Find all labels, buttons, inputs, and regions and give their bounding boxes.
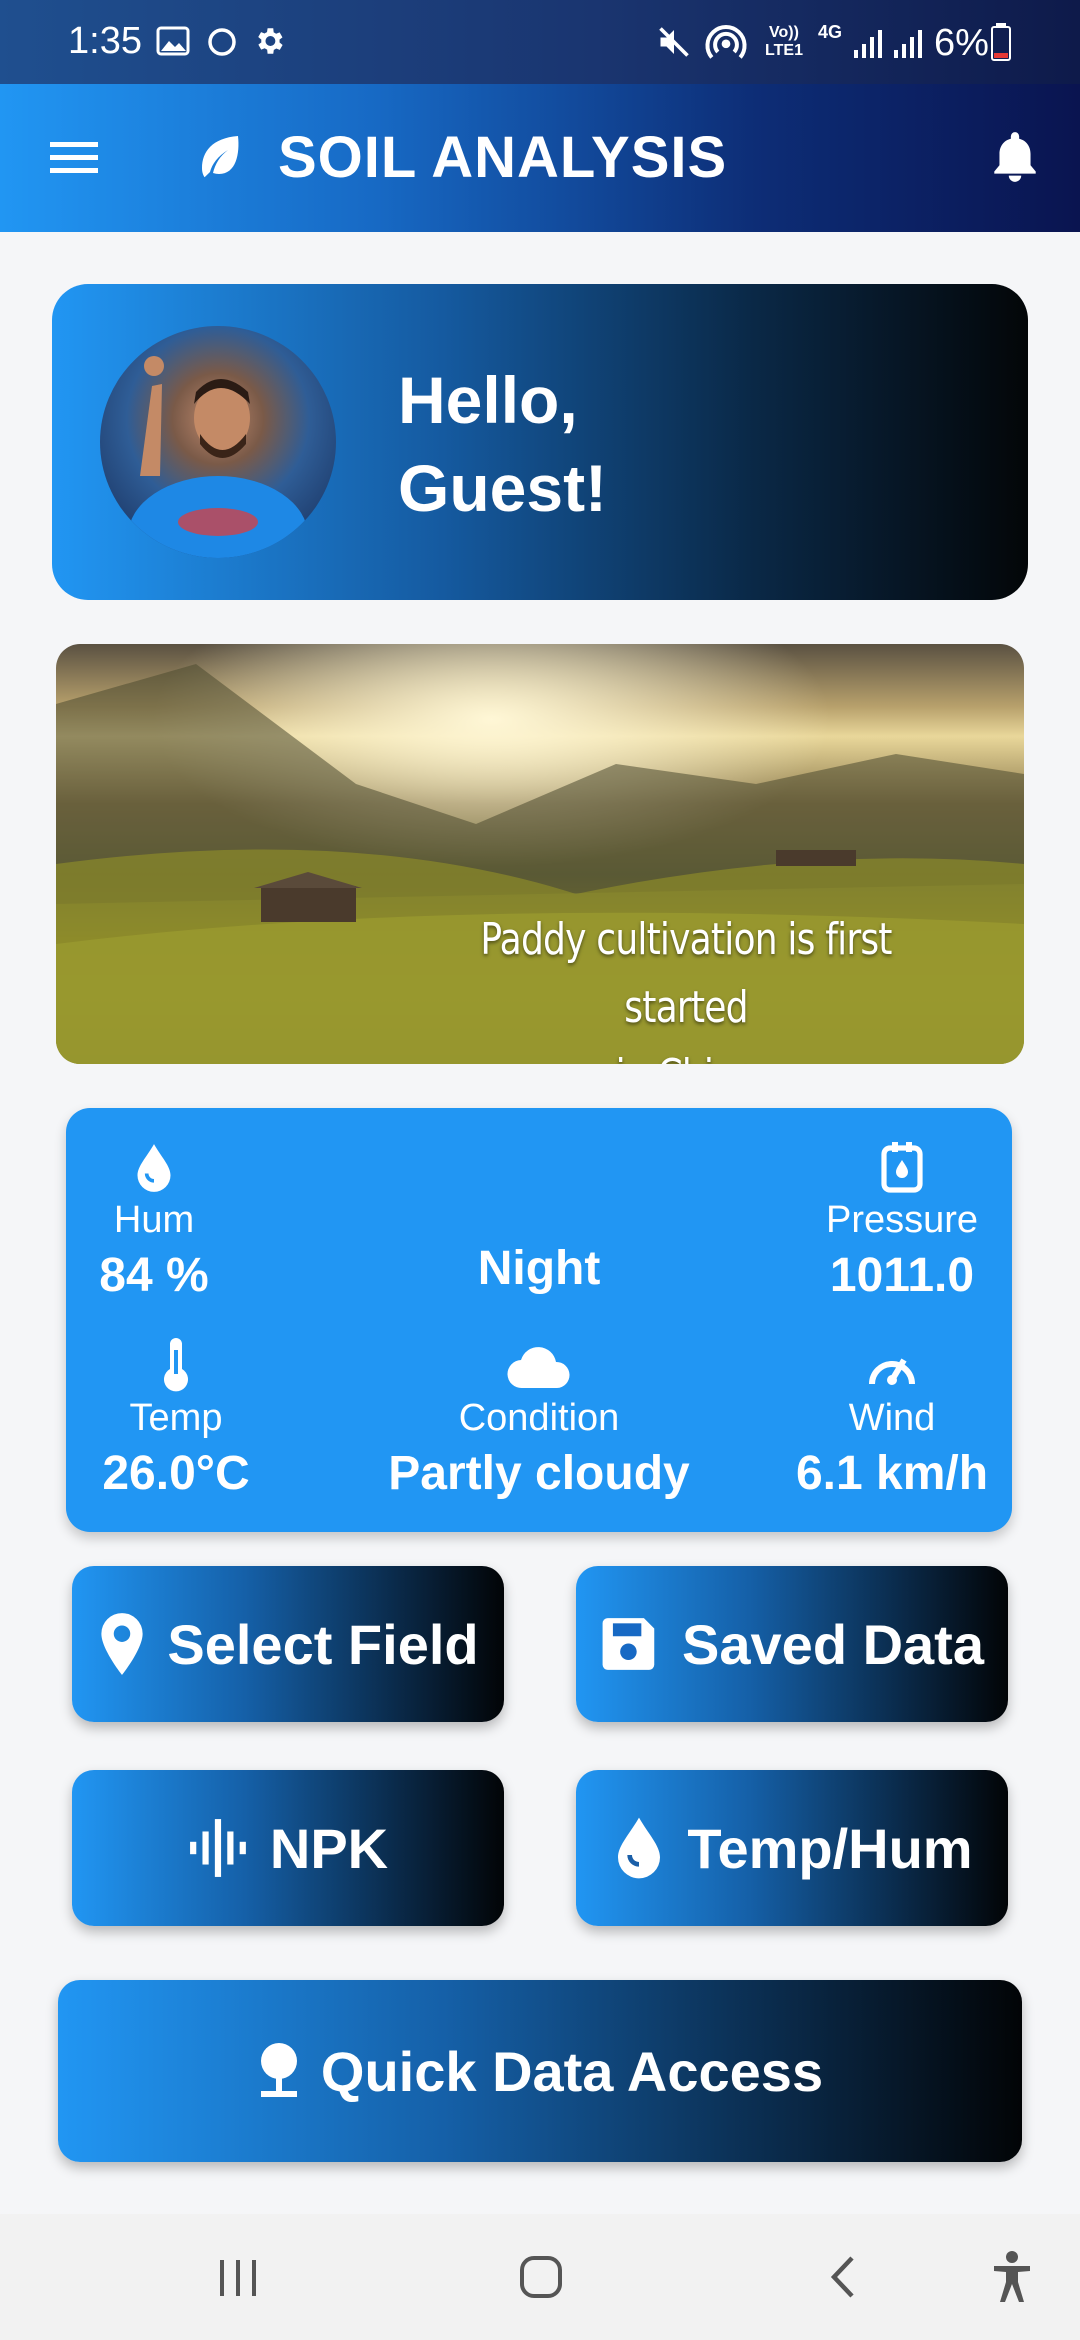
npk-button[interactable]: NPK — [72, 1770, 504, 1926]
home-icon[interactable] — [518, 2254, 564, 2300]
pressure-cell: Pressure 1011.0 — [792, 1142, 1012, 1303]
greeting-line-1: Hello, — [398, 363, 578, 437]
app-title: SOIL ANALYSIS — [278, 125, 728, 190]
pressure-label: Pressure — [825, 1199, 979, 1241]
save-disk-icon — [602, 1618, 655, 1670]
recent-apps-icon[interactable] — [216, 2258, 260, 2298]
signal-2-icon — [894, 30, 922, 58]
condition-cell: Condition Partly cloudy — [339, 1344, 739, 1501]
saved-data-button[interactable]: Saved Data — [576, 1566, 1008, 1722]
temp-hum-label: Temp/Hum — [687, 1816, 973, 1880]
time-of-day-cell: Night — [339, 1142, 739, 1296]
quick-data-access-label: Quick Data Access — [320, 2039, 824, 2103]
signal-1-icon — [854, 30, 882, 58]
time-of-day-value: Night — [477, 1242, 601, 1295]
tree-icon — [260, 2043, 297, 2097]
gallery-icon — [156, 26, 190, 56]
system-nav-bar — [0, 2214, 1080, 2340]
greeting-card: Hello, Guest! — [52, 284, 1028, 600]
hotspot-icon — [705, 24, 747, 59]
greeting-line-2: Guest! — [398, 451, 608, 525]
cloud-icon — [507, 1347, 570, 1389]
menu-hamburger-icon[interactable] — [48, 138, 100, 178]
speedometer-icon — [869, 1358, 915, 1385]
pressure-gauge-icon — [881, 1142, 923, 1193]
temperature-cell: Temp 26.0°C — [66, 1336, 286, 1501]
settings-gear-icon — [258, 28, 283, 54]
battery-icon — [991, 23, 1011, 61]
temperature-label: Temp — [129, 1397, 223, 1439]
leaf-icon — [202, 136, 239, 178]
water-drop-button-icon — [618, 1817, 661, 1879]
condition-label: Condition — [458, 1397, 620, 1439]
humidity-label: Hum — [113, 1199, 195, 1241]
humidity-cell: Hum 84 % — [66, 1142, 242, 1303]
circle-status-icon — [208, 28, 236, 56]
condition-value: Partly cloudy — [388, 1447, 690, 1500]
water-drop-icon — [137, 1144, 171, 1192]
moon-icon — [524, 1144, 562, 1220]
caption-line-2: in China — [415, 1042, 956, 1064]
temperature-value: 26.0°C — [102, 1447, 250, 1500]
saved-data-label: Saved Data — [682, 1612, 984, 1676]
volte-label: Vo)) LTE1 — [765, 24, 803, 59]
avatar — [100, 326, 336, 558]
pressure-value: 1011.0 — [829, 1249, 975, 1302]
battery-percent: 6% — [934, 22, 989, 64]
humidity-value: 84 % — [99, 1249, 209, 1302]
banner-caption: Paddy cultivation is first started in Ch… — [415, 906, 956, 1064]
select-field-button[interactable]: Select Field — [72, 1566, 504, 1722]
wind-label: Wind — [848, 1397, 936, 1439]
notification-bell-icon[interactable] — [990, 128, 1040, 186]
thermometer-icon — [164, 1338, 188, 1392]
back-icon[interactable] — [826, 2254, 858, 2300]
weather-card: Hum 84 % Night Pressure 1011.0 Temp 26.0… — [66, 1108, 1012, 1532]
network-type: 4G — [818, 22, 843, 42]
mute-icon — [659, 27, 689, 57]
status-bar: 1:35 Vo)) LTE1 4G 6% — [0, 0, 1080, 84]
temp-hum-button[interactable]: Temp/Hum — [576, 1770, 1008, 1926]
status-time: 1:35 — [68, 20, 142, 62]
caption-line-1: Paddy cultivation is first started — [480, 914, 892, 1033]
avatar-photo — [128, 356, 308, 558]
quick-data-access-button[interactable]: Quick Data Access — [58, 1980, 1022, 2162]
location-pin-icon — [101, 1613, 143, 1675]
select-field-label: Select Field — [167, 1612, 479, 1676]
app-bar: SOIL ANALYSIS — [0, 84, 1080, 232]
wind-cell: Wind 6.1 km/h — [772, 1344, 1012, 1501]
greeting-text: Hello, Guest! — [398, 356, 607, 532]
accessibility-icon[interactable] — [990, 2250, 1034, 2304]
wind-value: 6.1 km/h — [795, 1447, 989, 1500]
fact-banner: Paddy cultivation is first started in Ch… — [56, 644, 1024, 1064]
sound-wave-icon — [189, 1819, 246, 1877]
npk-label: NPK — [269, 1816, 389, 1880]
